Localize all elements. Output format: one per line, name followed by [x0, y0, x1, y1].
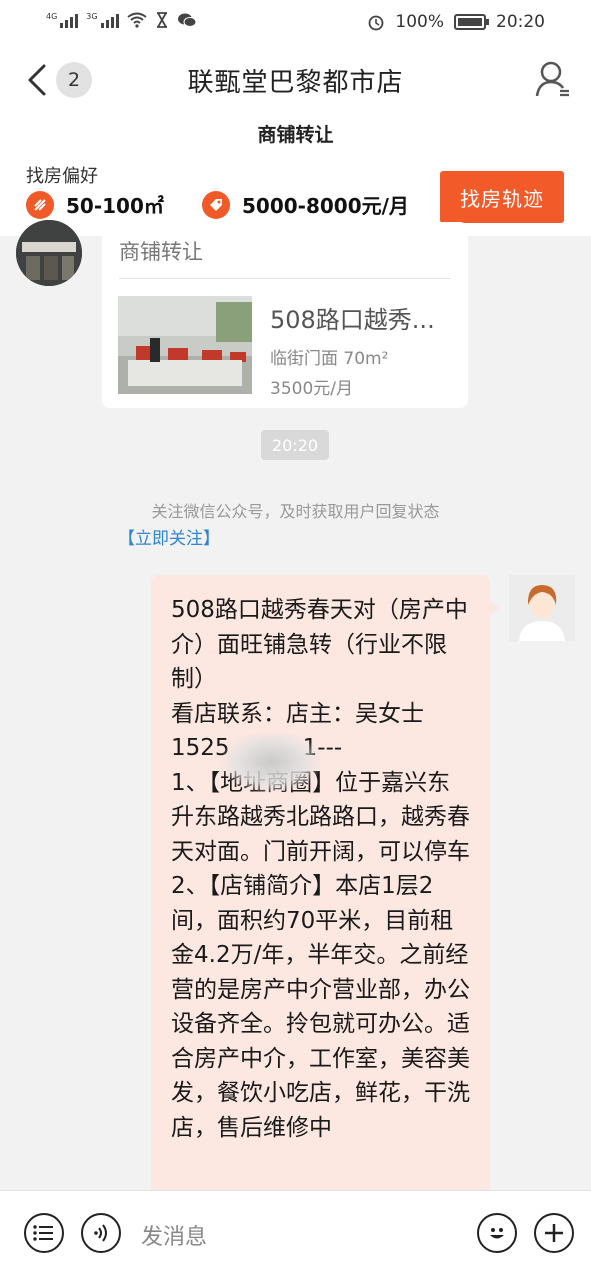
emoji-icon[interactable] [477, 1213, 517, 1253]
message-bubble[interactable]: 508路口越秀春天对（房产中介）面旺铺急转（行业不限制） 看店联系：店主：吴女士… [151, 575, 490, 1215]
wifi-icon [126, 12, 147, 28]
user-icon[interactable] [535, 60, 571, 100]
listing-card-title: 商铺转让 [119, 240, 203, 264]
listing-card[interactable]: 商铺转让 508路口越秀... 临街门面 70m² 3500元/月 [102, 222, 468, 408]
listing-info: 临街门面 70m² [270, 349, 389, 369]
signal-4g-label: 4G [46, 12, 58, 21]
message-timestamp: 20:20 [261, 430, 329, 460]
signal-3g-label: 3G [86, 12, 98, 21]
price-preference: 5000-8000元/月 [202, 190, 409, 219]
area-preference: 50-100㎡ [26, 190, 164, 219]
message-input[interactable]: 发消息 [141, 1219, 207, 1251]
area-icon [26, 190, 54, 219]
price-tag-icon [202, 190, 230, 219]
voice-icon[interactable] [81, 1213, 121, 1253]
chat-header: 2 联甄堂巴黎都市店 商铺转让 [0, 44, 591, 156]
alarm-icon [368, 15, 384, 31]
listing-name: 508路口越秀... [270, 306, 435, 334]
menu-icon[interactable] [24, 1213, 64, 1253]
status-left: 4G 3G [46, 12, 197, 28]
listing-price: 3500元/月 [270, 379, 353, 399]
user-avatar[interactable] [509, 575, 575, 641]
clock: 20:20 [496, 12, 545, 32]
bubble-tail [489, 600, 499, 616]
input-bar: 发消息 [0, 1190, 591, 1280]
price-value: 5000-8000元/月 [242, 194, 409, 218]
hourglass-icon [156, 12, 167, 28]
system-notice: 关注微信公众号，及时获取用户回复状态 [151, 502, 440, 521]
page-title: 联甄堂巴黎都市店 [187, 68, 404, 98]
battery-icon [454, 14, 489, 30]
wechat-icon [177, 13, 197, 27]
search-history-button[interactable]: 找房轨迹 [440, 171, 564, 223]
redaction-blur [222, 732, 320, 792]
signal-3g-icon: 3G [86, 12, 119, 28]
status-bar: 4G 3G 100% 20:20 [0, 0, 591, 44]
listing-photo [118, 296, 252, 394]
status-right: 100% 20:20 [367, 12, 545, 32]
page-subtitle: 商铺转让 [257, 124, 334, 146]
message-text: 508路口越秀春天对（房产中介）面旺铺急转（行业不限制） 看店联系：店主：吴女士… [171, 597, 470, 1141]
preferences-label: 找房偏好 [26, 166, 98, 187]
signal-4g-icon: 4G [46, 12, 79, 28]
area-value: 50-100㎡ [66, 194, 164, 218]
divider [119, 278, 451, 279]
follow-link[interactable]: 【立即关注】 [118, 524, 220, 549]
shop-avatar[interactable] [16, 220, 82, 286]
battery-percent: 100% [395, 12, 444, 32]
add-icon[interactable] [534, 1213, 574, 1253]
